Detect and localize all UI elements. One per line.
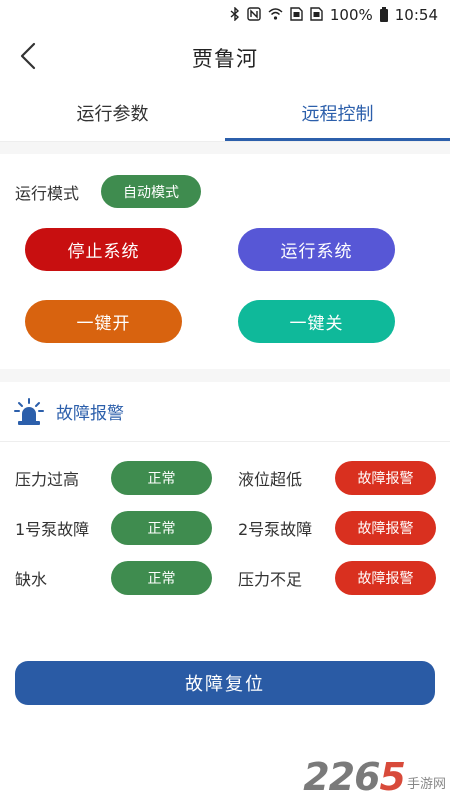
mode-row: 运行模式 自动模式 [15, 154, 435, 229]
stop-system-button[interactable]: 停止系统 [25, 228, 182, 271]
wifi-icon [268, 7, 283, 23]
battery-percent: 100% [329, 6, 373, 24]
section-divider [0, 369, 450, 382]
battery-icon [379, 6, 388, 22]
nfc-icon [247, 6, 261, 24]
section-divider [0, 142, 450, 154]
tab-bar: 运行参数 远程控制 [0, 85, 450, 142]
control-panel: 运行模式 自动模式 [0, 154, 450, 229]
status-label-high-pressure: 压力过高 [15, 470, 80, 489]
page-title: 贾鲁河 [192, 46, 258, 71]
status-badge-high-pressure: 正常 [111, 461, 212, 495]
watermark-number-c: 5 [379, 755, 406, 799]
site-watermark-logo: 22 6 5 手游网 [303, 758, 446, 796]
mode-label: 运行模式 [15, 183, 80, 203]
tab-remote-control[interactable]: 远程控制 [225, 85, 450, 141]
watermark-number-b: 6 [354, 755, 380, 799]
fault-reset-button[interactable]: 故障复位 [15, 661, 435, 705]
status-label-low-pressure: 压力不足 [238, 570, 303, 589]
sim2-icon [310, 6, 323, 24]
status-label-pump2-fault: 2号泵故障 [238, 520, 313, 539]
mode-badge: 自动模式 [101, 175, 202, 208]
watermark-number-a: 22 [303, 755, 355, 799]
watermark-text: 手游网 [406, 777, 446, 792]
status-badge-water-shortage: 正常 [111, 561, 212, 595]
bluetooth-icon [230, 5, 240, 24]
one-key-close-button[interactable]: 一键关 [238, 300, 395, 343]
sim1-icon [290, 6, 303, 24]
alarm-section-header: 故障报警 [0, 382, 450, 442]
alarm-title: 故障报警 [56, 404, 124, 424]
status-label-pump1-fault: 1号泵故障 [15, 520, 90, 539]
status-badge-low-level: 故障报警 [335, 461, 436, 495]
run-system-button[interactable]: 运行系统 [238, 228, 395, 271]
status-badge-low-pressure: 故障报警 [335, 561, 436, 595]
siren-icon [14, 397, 44, 427]
status-badge-pump2-fault: 故障报警 [335, 511, 436, 545]
clock: 10:54 [394, 6, 438, 24]
one-key-open-button[interactable]: 一键开 [25, 300, 182, 343]
alarm-status-grid: 压力过高 正常 液位超低 故障报警 1号泵故障 正常 2号泵故障 故障报警 缺水… [0, 442, 450, 595]
app-header: 贾鲁河 [0, 30, 450, 85]
chevron-left-icon[interactable] [14, 38, 46, 74]
control-buttons: 停止系统 运行系统 一键开 一键关 [0, 228, 450, 343]
status-bar: 100% 10:54 [0, 0, 450, 30]
status-label-low-level: 液位超低 [238, 470, 303, 489]
status-label-water-shortage: 缺水 [15, 570, 48, 589]
status-badge-pump1-fault: 正常 [111, 511, 212, 545]
tab-run-params[interactable]: 运行参数 [0, 85, 225, 141]
